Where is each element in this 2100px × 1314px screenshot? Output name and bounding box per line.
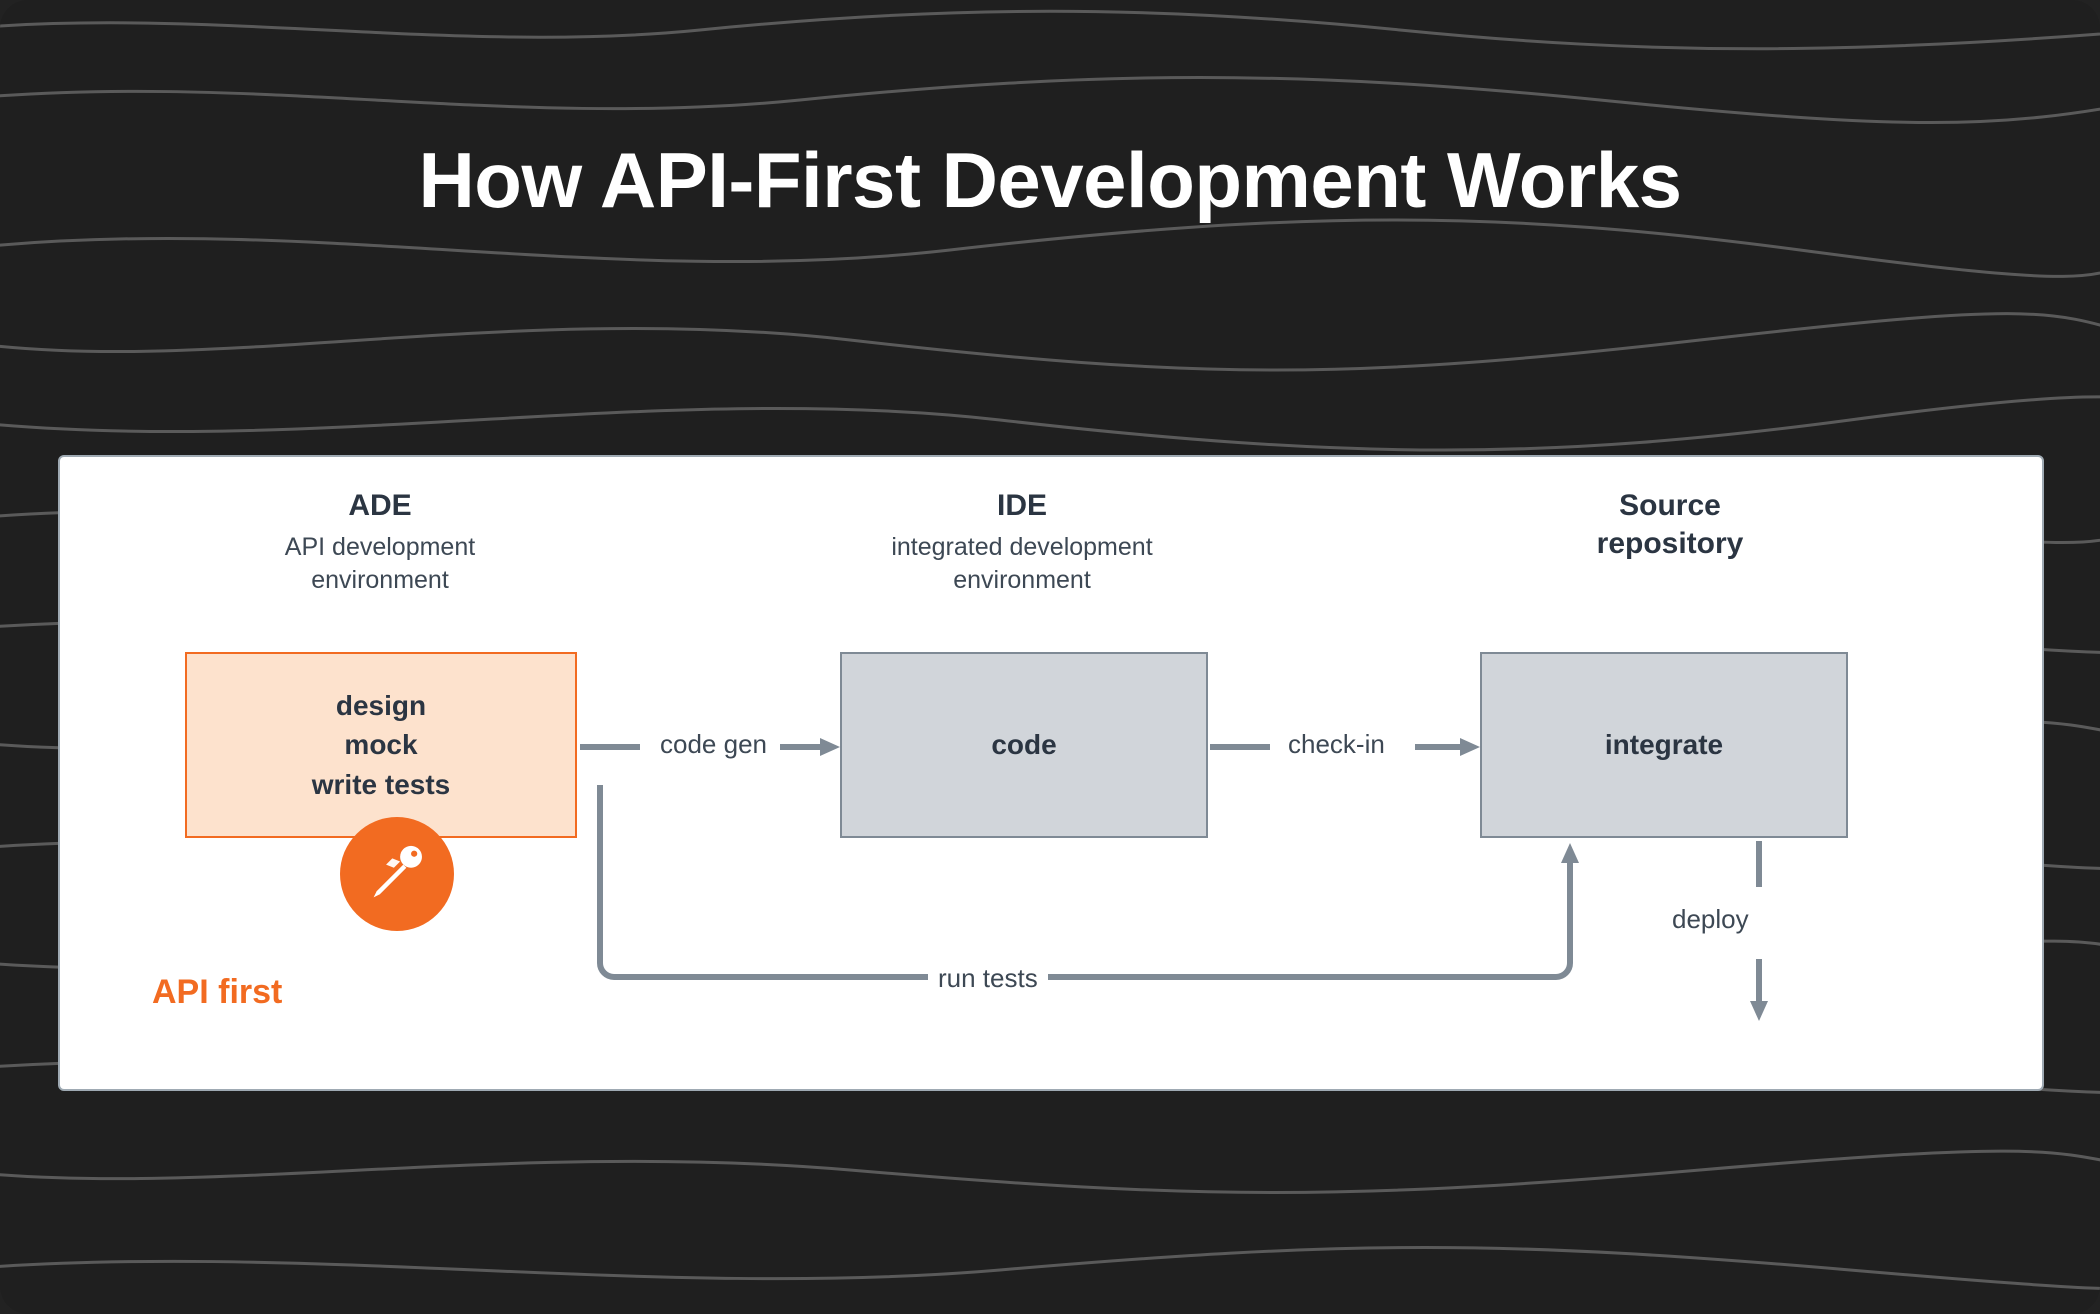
label-code-gen: code gen: [660, 729, 767, 760]
api-first-label: API first: [152, 973, 282, 1012]
column-header-repo: Source repository: [1480, 487, 1860, 568]
ade-line-1: design: [336, 686, 426, 725]
diagram-title: How API-First Development Works: [0, 135, 2100, 226]
box-ade: design mock write tests: [185, 652, 577, 838]
ide-label: code: [991, 725, 1056, 764]
ade-heading: ADE: [190, 487, 570, 525]
label-deploy: deploy: [1672, 904, 1749, 935]
repo-heading: Source repository: [1480, 487, 1860, 562]
diagram-canvas: How API-First Development Works ADE API …: [0, 0, 2100, 1314]
arrow-deploy: [1750, 841, 1774, 1021]
arrow-run-tests: [580, 785, 1590, 995]
column-header-ide: IDE integrated development environment: [832, 487, 1212, 598]
ade-line-3: write tests: [312, 765, 451, 804]
column-header-ade: ADE API development environment: [190, 487, 570, 598]
ide-heading: IDE: [832, 487, 1212, 525]
ade-subheading: API development environment: [190, 531, 570, 599]
repo-label: integrate: [1605, 725, 1723, 764]
label-check-in: check-in: [1288, 729, 1385, 760]
diagram-panel: ADE API development environment IDE inte…: [58, 455, 2044, 1091]
postman-icon: [340, 817, 454, 931]
ide-subheading: integrated development environment: [832, 531, 1212, 599]
ade-line-2: mock: [344, 725, 417, 764]
label-run-tests: run tests: [928, 963, 1048, 994]
